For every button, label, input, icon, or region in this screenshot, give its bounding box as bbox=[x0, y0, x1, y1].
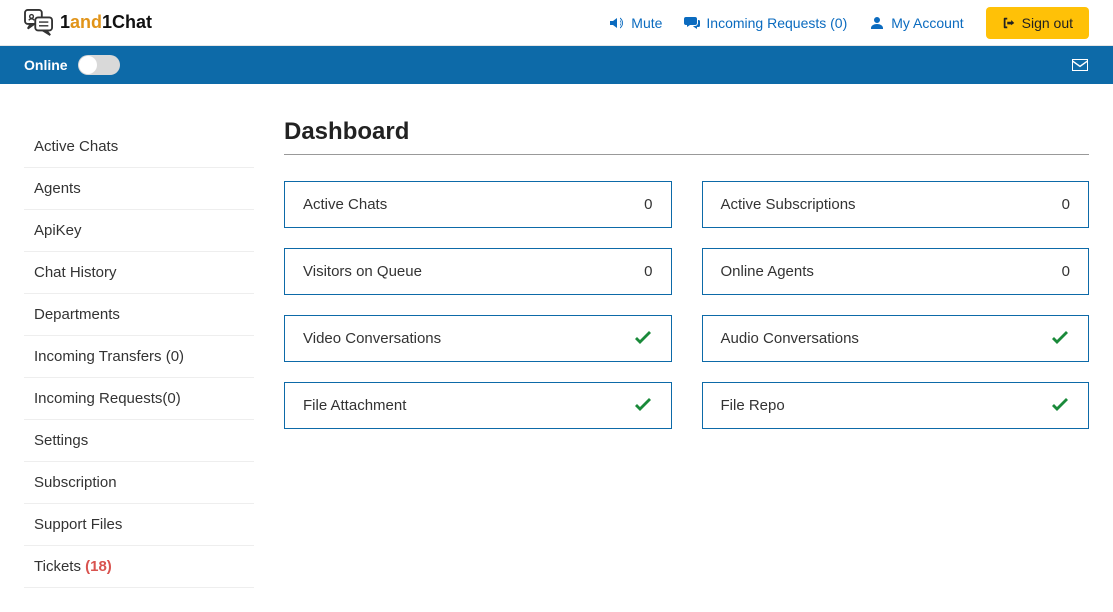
online-toggle[interactable] bbox=[78, 55, 120, 75]
card-audio-conversations[interactable]: Audio Conversations bbox=[702, 315, 1090, 362]
main: Active Chats Agents ApiKey Chat History … bbox=[0, 84, 1113, 612]
check-icon bbox=[1050, 398, 1070, 414]
sign-out-button[interactable]: Sign out bbox=[986, 7, 1089, 39]
status-left: Online bbox=[24, 55, 120, 75]
check-icon bbox=[633, 398, 653, 414]
sidebar-item-settings[interactable]: Settings bbox=[24, 420, 254, 462]
sidebar-item-label: Subscription bbox=[34, 474, 117, 491]
card-label: Active Subscriptions bbox=[721, 196, 856, 213]
my-account-link[interactable]: My Account bbox=[869, 15, 963, 31]
card-visitors-on-queue[interactable]: Visitors on Queue 0 bbox=[284, 248, 672, 295]
sidebar-item-label: Chat History bbox=[34, 264, 117, 281]
mute-link[interactable]: Mute bbox=[609, 15, 662, 31]
topbar: 1and1Chat Mute Incoming Requests (0) My … bbox=[0, 0, 1113, 46]
sidebar-item-apikey[interactable]: ApiKey bbox=[24, 210, 254, 252]
card-active-subscriptions[interactable]: Active Subscriptions 0 bbox=[702, 181, 1090, 228]
card-label: File Repo bbox=[721, 397, 785, 414]
signout-label: Sign out bbox=[1022, 15, 1073, 31]
volume-icon bbox=[609, 15, 625, 31]
user-icon bbox=[869, 15, 885, 31]
check-icon bbox=[633, 331, 653, 347]
sidebar-item-label: Active Chats bbox=[34, 138, 118, 155]
sidebar-item-incoming-transfers[interactable]: Incoming Transfers (0) bbox=[24, 336, 254, 378]
sidebar-item-label: ApiKey bbox=[34, 222, 82, 239]
card-value: 0 bbox=[644, 263, 652, 280]
sidebar-item-label: Incoming Requests(0) bbox=[34, 390, 181, 407]
card-value: 0 bbox=[1062, 263, 1070, 280]
sidebar-item-label: Tickets bbox=[34, 558, 85, 575]
chat-logo-icon bbox=[24, 9, 54, 37]
sidebar-item-active-chats[interactable]: Active Chats bbox=[24, 126, 254, 168]
card-online-agents[interactable]: Online Agents 0 bbox=[702, 248, 1090, 295]
sidebar-item-tickets[interactable]: Tickets (18) bbox=[24, 546, 254, 588]
mail-icon[interactable] bbox=[1071, 58, 1089, 72]
sidebar-item-label: Support Files bbox=[34, 516, 122, 533]
card-label: Audio Conversations bbox=[721, 330, 859, 347]
online-label: Online bbox=[24, 57, 68, 73]
tickets-badge: (18) bbox=[85, 558, 112, 575]
comments-icon bbox=[684, 15, 700, 31]
logo[interactable]: 1and1Chat bbox=[24, 9, 152, 37]
signout-icon bbox=[1002, 16, 1016, 30]
sidebar-item-subscription[interactable]: Subscription bbox=[24, 462, 254, 504]
card-label: Active Chats bbox=[303, 196, 387, 213]
sidebar-item-label: Incoming Transfers (0) bbox=[34, 348, 184, 365]
account-label: My Account bbox=[891, 15, 963, 31]
mute-label: Mute bbox=[631, 15, 662, 31]
top-links: Mute Incoming Requests (0) My Account Si… bbox=[609, 7, 1089, 39]
card-label: Online Agents bbox=[721, 263, 814, 280]
sidebar-item-label: Settings bbox=[34, 432, 88, 449]
card-label: Visitors on Queue bbox=[303, 263, 422, 280]
sidebar-item-support-files[interactable]: Support Files bbox=[24, 504, 254, 546]
card-label: Video Conversations bbox=[303, 330, 441, 347]
sidebar-item-agents[interactable]: Agents bbox=[24, 168, 254, 210]
check-icon bbox=[1050, 331, 1070, 347]
sidebar-item-label: Departments bbox=[34, 306, 120, 323]
dashboard-card-grid: Active Chats 0 Active Subscriptions 0 Vi… bbox=[284, 181, 1089, 429]
card-file-attachment[interactable]: File Attachment bbox=[284, 382, 672, 429]
content: Dashboard Active Chats 0 Active Subscrip… bbox=[284, 108, 1089, 588]
logo-text: 1and1Chat bbox=[60, 12, 152, 33]
card-video-conversations[interactable]: Video Conversations bbox=[284, 315, 672, 362]
sidebar-item-label: Agents bbox=[34, 180, 81, 197]
card-value: 0 bbox=[1062, 196, 1070, 213]
card-file-repo[interactable]: File Repo bbox=[702, 382, 1090, 429]
card-label: File Attachment bbox=[303, 397, 406, 414]
page-title: Dashboard bbox=[284, 118, 1089, 155]
card-active-chats[interactable]: Active Chats 0 bbox=[284, 181, 672, 228]
incoming-label: Incoming Requests (0) bbox=[706, 15, 847, 31]
sidebar-item-departments[interactable]: Departments bbox=[24, 294, 254, 336]
sidebar-item-chat-history[interactable]: Chat History bbox=[24, 252, 254, 294]
sidebar: Active Chats Agents ApiKey Chat History … bbox=[24, 108, 254, 588]
toggle-knob bbox=[79, 56, 97, 74]
sidebar-item-incoming-requests[interactable]: Incoming Requests(0) bbox=[24, 378, 254, 420]
incoming-requests-link[interactable]: Incoming Requests (0) bbox=[684, 15, 847, 31]
card-value: 0 bbox=[644, 196, 652, 213]
status-bar: Online bbox=[0, 46, 1113, 84]
